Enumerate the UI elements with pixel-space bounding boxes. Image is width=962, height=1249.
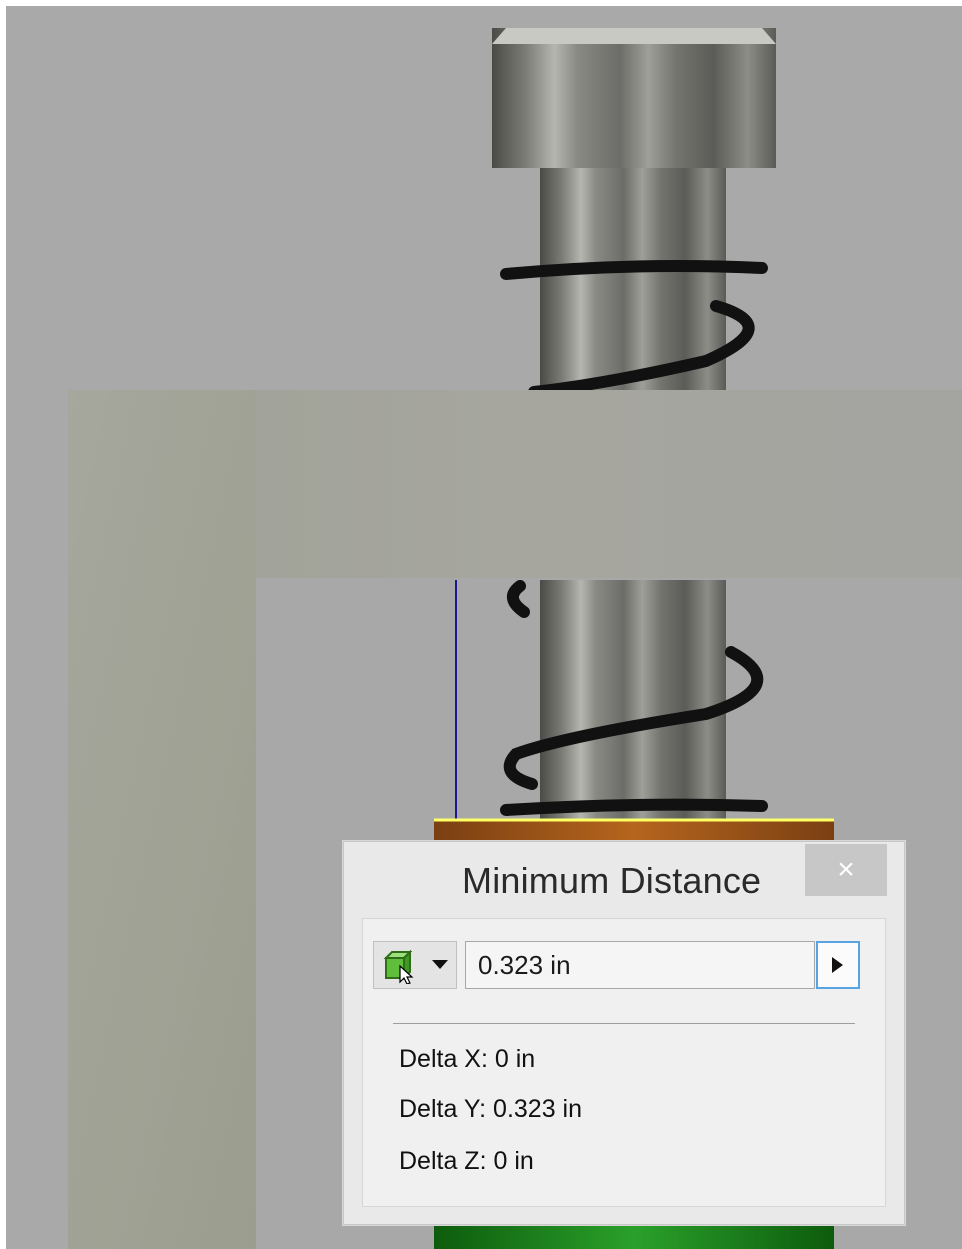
triangle-right-icon [832, 957, 844, 973]
bolt-shaft-lower[interactable] [540, 580, 726, 826]
dialog-panel: 0.323 in Delta X: 0 in Delta Y: 0.323 in… [362, 918, 886, 1207]
base-part[interactable] [434, 1224, 834, 1249]
dialog-title: Minimum Distance [462, 860, 762, 901]
green-cube-select-icon [382, 950, 416, 984]
delta-y-text: Delta Y: 0.323 in [399, 1095, 583, 1123]
distance-value-field[interactable]: 0.323 in [465, 941, 815, 989]
minimum-distance-dialog: Minimum Distance × 0.323 in Delta X: 0 i… [343, 841, 905, 1225]
delta-x-text: Delta X: 0 in [399, 1045, 536, 1073]
separator [393, 1023, 855, 1024]
bolt-head[interactable] [492, 28, 776, 168]
delta-z-text: Delta Z: 0 in [399, 1147, 534, 1175]
close-button[interactable]: × [805, 844, 887, 896]
chevron-down-icon [432, 960, 448, 970]
close-icon: × [837, 853, 855, 886]
selection-mode-dropdown[interactable] [373, 941, 457, 989]
cad-viewport[interactable]: Minimum Distance × 0.323 in Delta X: 0 i… [6, 6, 962, 1249]
expand-button[interactable] [816, 941, 860, 989]
